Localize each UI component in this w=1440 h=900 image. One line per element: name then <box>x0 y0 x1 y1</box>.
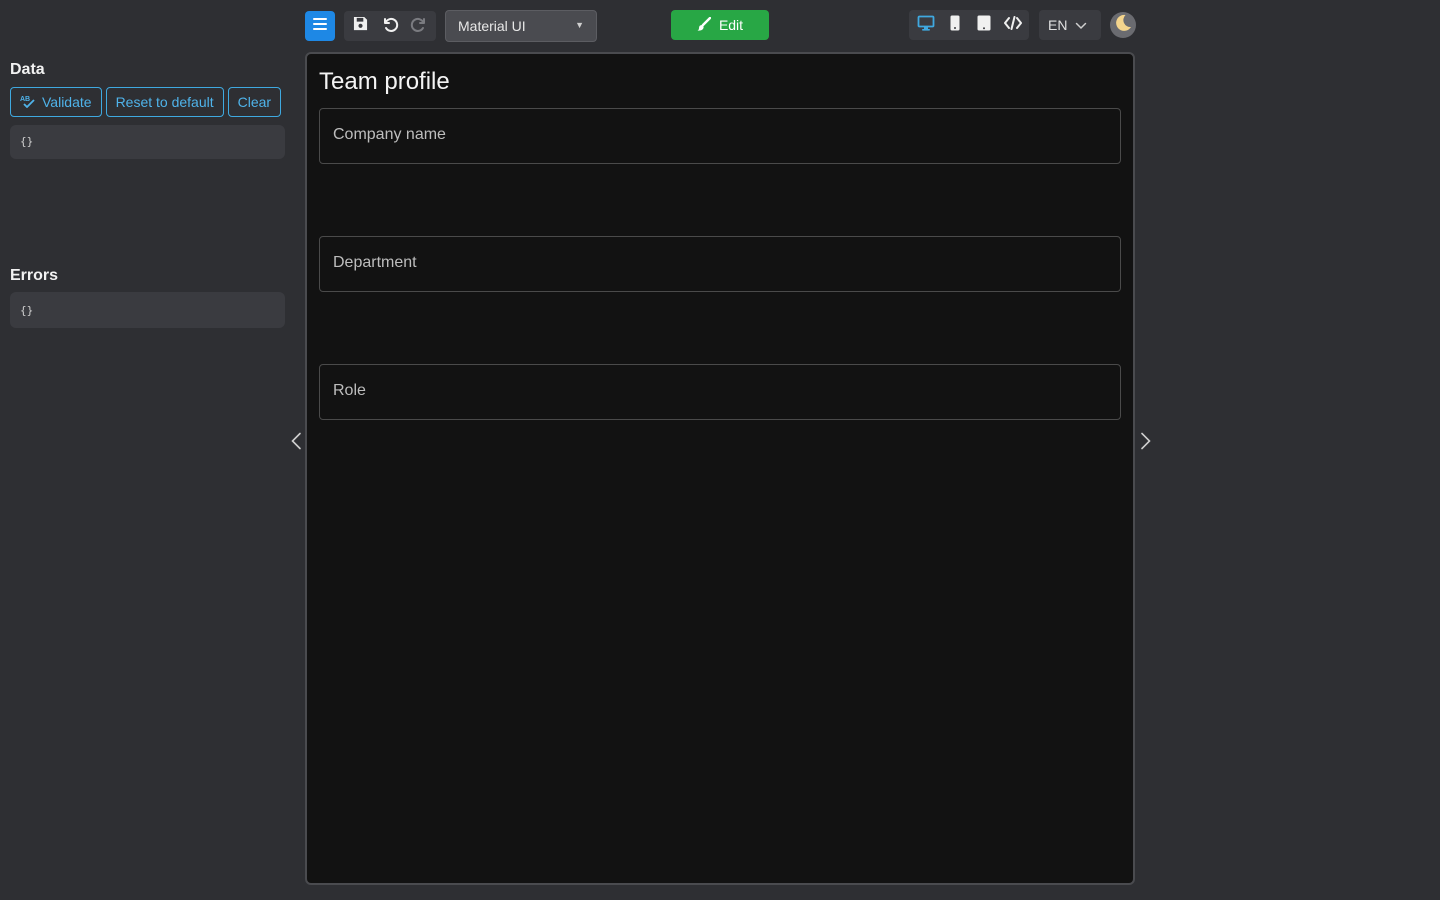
collapse-right-button[interactable] <box>1136 432 1156 454</box>
mobile-icon <box>950 15 960 36</box>
theme-toggle-button[interactable] <box>1110 12 1136 38</box>
undo-icon <box>381 15 399 38</box>
device-switcher <box>909 10 1029 40</box>
code-icon <box>1003 15 1022 35</box>
edit-label: Edit <box>718 17 744 33</box>
theme-select[interactable]: Material UI ▼ <box>445 10 597 42</box>
chevron-down-icon <box>1075 17 1087 33</box>
chevron-right-icon <box>1140 432 1152 455</box>
menu-icon <box>312 17 328 36</box>
errors-json-view[interactable]: {} <box>10 292 285 328</box>
validate-label: Validate <box>42 94 92 110</box>
clear-button[interactable]: Clear <box>227 87 282 117</box>
data-title: Data <box>10 61 45 78</box>
redo-icon <box>410 15 428 38</box>
validate-button[interactable]: AB Validate <box>10 87 102 117</box>
history-controls <box>344 11 436 41</box>
tablet-view-button[interactable] <box>970 11 998 39</box>
form-preview: Team profile Company name Department Rol… <box>305 52 1135 885</box>
collapse-left-button[interactable] <box>286 432 306 454</box>
company-name-input[interactable] <box>320 109 1120 163</box>
edit-button[interactable]: Edit <box>671 10 769 40</box>
form-title: Team profile <box>319 68 450 95</box>
save-button[interactable] <box>348 13 374 39</box>
data-actions: AB Validate Reset to default Clear <box>10 87 285 117</box>
desktop-icon <box>917 15 935 36</box>
department-input[interactable] <box>320 237 1120 291</box>
language-value: EN <box>1048 17 1068 33</box>
role-input[interactable] <box>320 365 1120 419</box>
app-root: Data AB Validate Reset to default Clear … <box>0 0 1440 900</box>
department-field[interactable]: Department <box>319 236 1121 292</box>
svg-text:AB: AB <box>20 96 30 103</box>
language-select[interactable]: EN <box>1039 10 1101 40</box>
role-field[interactable]: Role <box>319 364 1121 420</box>
theme-select-value: Material UI <box>458 18 526 34</box>
menu-button[interactable] <box>305 11 335 41</box>
spellcheck-icon: AB <box>20 94 36 111</box>
reset-to-default-button[interactable]: Reset to default <box>105 87 224 117</box>
code-view-button[interactable] <box>999 11 1027 39</box>
chevron-left-icon <box>290 432 302 455</box>
desktop-view-button[interactable] <box>912 11 940 39</box>
save-icon <box>353 16 368 36</box>
company-name-field[interactable]: Company name <box>319 108 1121 164</box>
data-json-view[interactable]: {} <box>10 125 285 159</box>
moon-icon <box>1113 13 1133 38</box>
redo-button[interactable] <box>406 13 432 39</box>
data-panel: Data AB Validate Reset to default Clear … <box>10 60 285 328</box>
brush-icon <box>697 16 712 34</box>
clear-label: Clear <box>237 94 272 110</box>
mobile-view-button[interactable] <box>941 11 969 39</box>
tablet-icon <box>977 15 991 36</box>
caret-down-icon: ▼ <box>575 20 584 30</box>
reset-label: Reset to default <box>115 94 214 110</box>
undo-button[interactable] <box>377 13 403 39</box>
errors-title: Errors <box>10 267 59 284</box>
